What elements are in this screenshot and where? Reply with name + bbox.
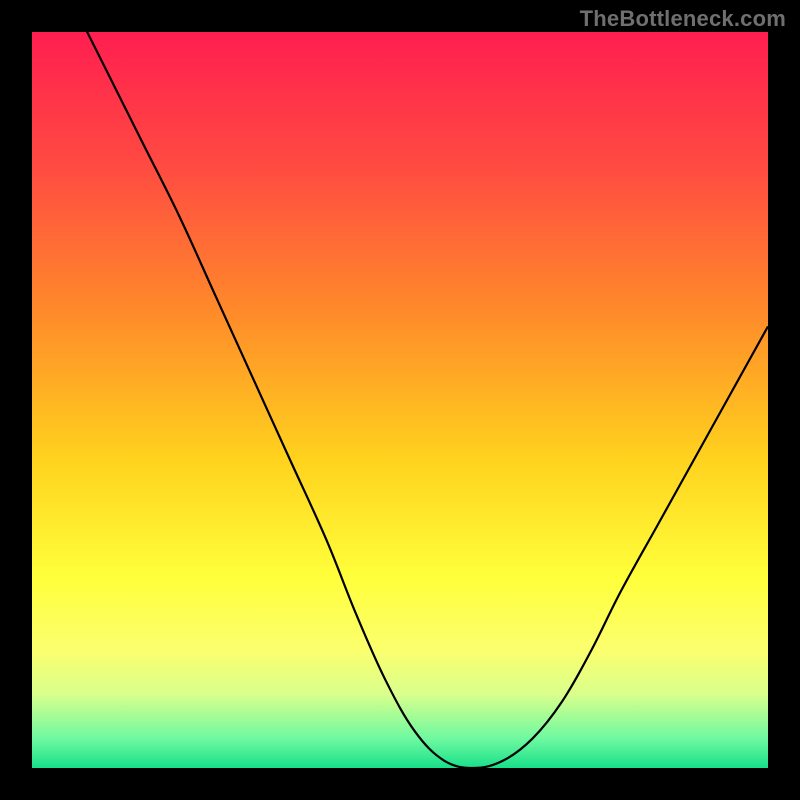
watermark-text: TheBottleneck.com	[580, 6, 786, 32]
curve-marker	[584, 597, 598, 615]
bottleneck-curve	[69, 0, 768, 768]
plot-area	[32, 32, 768, 768]
chart-frame: TheBottleneck.com	[0, 0, 800, 800]
marker-group	[334, 568, 606, 769]
curve-marker	[428, 751, 445, 763]
curve-svg	[32, 32, 768, 768]
curve-marker	[540, 693, 554, 711]
curve-marker	[573, 627, 587, 645]
curve-marker	[555, 663, 569, 681]
curve-marker	[562, 649, 576, 667]
curve-marker	[592, 582, 606, 600]
